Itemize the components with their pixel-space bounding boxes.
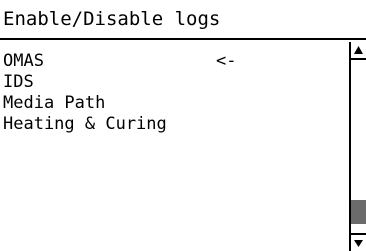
scroll-down-button[interactable]: [351, 233, 366, 251]
scroll-up-button[interactable]: [351, 42, 366, 60]
up-arrow-icon: [354, 46, 363, 54]
menu-item-omas[interactable]: OMAS: [3, 51, 44, 72]
log-settings-screen: Enable/Disable logs OMAS <- IDS Media Pa…: [0, 0, 366, 251]
menu-item-media-path[interactable]: Media Path: [3, 93, 105, 114]
log-menu-list: OMAS <- IDS Media Path Heating & Curing: [0, 42, 349, 251]
scroll-track[interactable]: [351, 60, 366, 233]
down-arrow-icon: [354, 240, 363, 247]
page-title: Enable/Disable logs: [0, 0, 366, 40]
menu-item-heating-curing[interactable]: Heating & Curing: [3, 114, 167, 135]
menu-item-ids[interactable]: IDS: [3, 72, 34, 93]
selection-arrow-marker: <-: [216, 51, 237, 71]
scroll-thumb[interactable]: [351, 200, 366, 225]
vertical-scrollbar[interactable]: [349, 42, 366, 251]
